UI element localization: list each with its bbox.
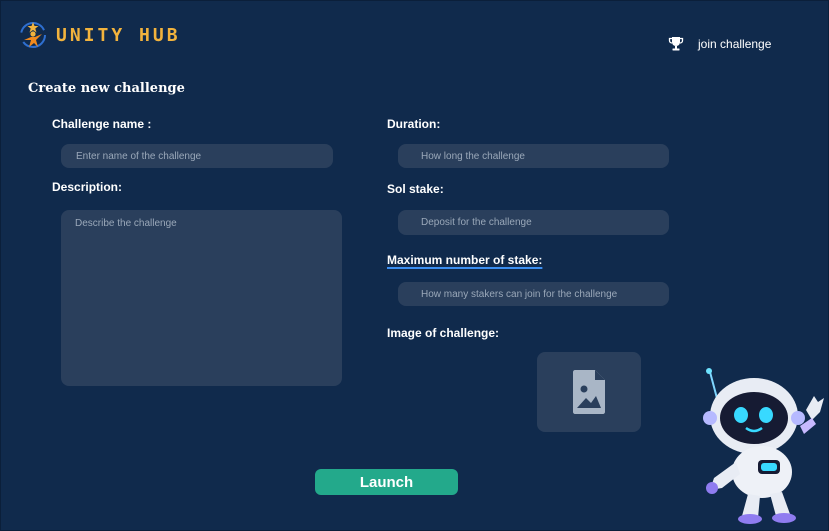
- challenge-name-label: Challenge name :: [52, 117, 152, 131]
- image-label: Image of challenge:: [387, 326, 500, 340]
- max-stake-label: Maximum number of stake:: [387, 253, 543, 267]
- launch-button[interactable]: Launch: [315, 469, 458, 495]
- join-challenge-label: join challenge: [698, 37, 772, 51]
- duration-input[interactable]: [398, 144, 669, 168]
- image-upload-button[interactable]: [537, 352, 641, 432]
- brand-name: UNITY HUB: [56, 24, 181, 46]
- image-file-icon: [573, 370, 605, 414]
- page-title: Create new challenge: [28, 81, 185, 96]
- description-label: Description:: [52, 180, 123, 194]
- join-challenge-link[interactable]: join challenge: [668, 36, 771, 52]
- trophy-icon: [668, 37, 684, 51]
- sol-stake-label: Sol stake:: [387, 182, 444, 196]
- duration-label: Duration:: [387, 117, 441, 131]
- person-star-logo-icon: [20, 22, 46, 48]
- robot-mascot-illustration: [703, 368, 824, 524]
- brand-logo[interactable]: UNITY HUB: [18, 20, 181, 50]
- sol-stake-input[interactable]: [398, 210, 669, 235]
- max-stake-input[interactable]: [398, 282, 669, 306]
- challenge-name-input[interactable]: [61, 144, 333, 168]
- description-textarea[interactable]: [61, 210, 342, 386]
